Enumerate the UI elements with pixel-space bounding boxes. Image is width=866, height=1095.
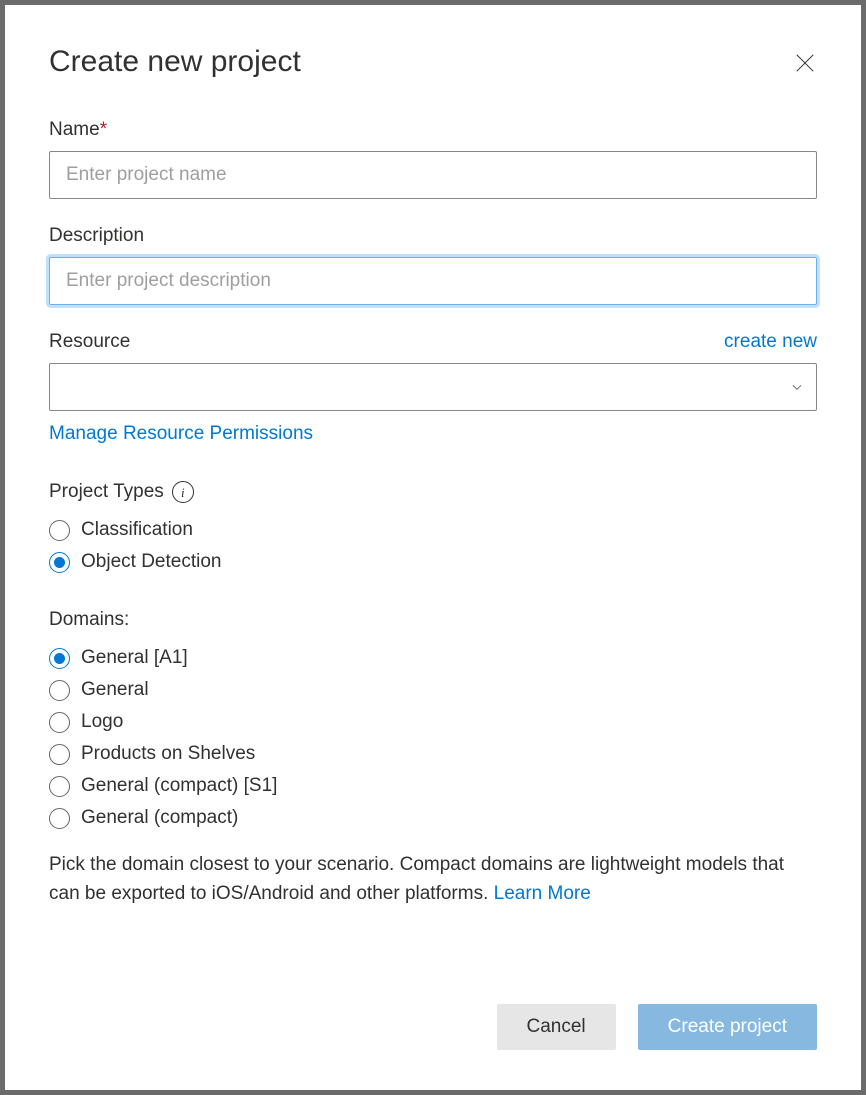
create-project-dialog: Create new project Name* Description Res… [5, 5, 861, 1090]
resource-label: Resource [49, 331, 130, 353]
close-button[interactable] [789, 47, 821, 79]
radio-label: General (compact) [S1] [81, 775, 277, 797]
radio-label: Products on Shelves [81, 743, 255, 765]
radio-label: General [A1] [81, 647, 188, 669]
radio-icon [49, 712, 70, 733]
radio-icon [49, 680, 70, 701]
domains-label: Domains: [49, 609, 817, 631]
domain-option-1[interactable]: General [49, 679, 817, 701]
domains-list: General [A1] General Logo Products on Shelv… [49, 647, 817, 829]
modal-backdrop: Create new project Name* Description Res… [0, 0, 866, 1095]
radio-icon [49, 808, 70, 829]
name-label: Name* [49, 119, 817, 141]
learn-more-link[interactable]: Learn More [494, 883, 591, 904]
dialog-title: Create new project [49, 45, 817, 79]
radio-label: Logo [81, 711, 123, 733]
create-project-button[interactable]: Create project [638, 1004, 817, 1050]
description-label: Description [49, 225, 817, 247]
domain-option-5[interactable]: General (compact) [49, 807, 817, 829]
name-input[interactable] [49, 151, 817, 199]
radio-icon [49, 744, 70, 765]
resource-select[interactable] [49, 363, 817, 411]
name-label-text: Name [49, 119, 100, 140]
radio-icon [49, 776, 70, 797]
project-types-label: Project Types [49, 481, 164, 503]
info-icon[interactable]: i [172, 481, 194, 503]
radio-label: General [81, 679, 149, 701]
project-type-option-1[interactable]: Object Detection [49, 551, 817, 573]
required-marker: * [100, 119, 107, 140]
domain-option-2[interactable]: Logo [49, 711, 817, 733]
project-type-option-0[interactable]: Classification [49, 519, 817, 541]
radio-icon [49, 520, 70, 541]
dialog-footer: Cancel Create project [497, 1004, 818, 1050]
radio-label: Object Detection [81, 551, 221, 573]
domain-option-0[interactable]: General [A1] [49, 647, 817, 669]
create-new-resource-link[interactable]: create new [724, 331, 817, 353]
description-field-block: Description [49, 225, 817, 305]
resource-field-block: Resource create new Manage Resource Perm… [49, 331, 817, 445]
project-types-list: Classification Object Detection [49, 519, 817, 573]
project-types-label-row: Project Types i [49, 481, 817, 503]
radio-label: General (compact) [81, 807, 238, 829]
resource-label-row: Resource create new [49, 331, 817, 353]
radio-icon [49, 648, 70, 669]
radio-icon [49, 552, 70, 573]
description-input[interactable] [49, 257, 817, 305]
name-field-block: Name* [49, 119, 817, 199]
radio-label: Classification [81, 519, 193, 541]
domain-option-3[interactable]: Products on Shelves [49, 743, 817, 765]
domain-option-4[interactable]: General (compact) [S1] [49, 775, 817, 797]
cancel-button[interactable]: Cancel [497, 1004, 616, 1050]
domains-hint: Pick the domain closest to your scenario… [49, 851, 817, 908]
manage-resource-permissions-link[interactable]: Manage Resource Permissions [49, 423, 313, 445]
close-icon [794, 52, 816, 74]
domains-hint-text: Pick the domain closest to your scenario… [49, 854, 784, 904]
chevron-down-icon [790, 380, 804, 394]
